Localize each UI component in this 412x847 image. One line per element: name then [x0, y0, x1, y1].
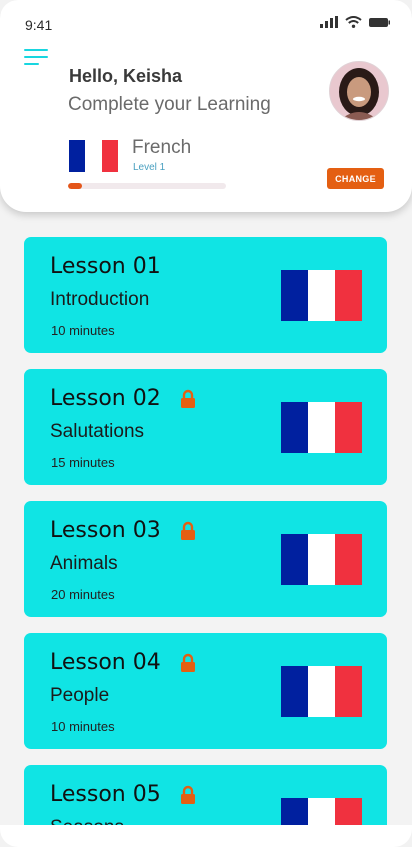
- lock-icon: [181, 653, 195, 672]
- progress-bar: [68, 183, 226, 189]
- greeting: Hello, Keisha: [69, 66, 183, 86]
- french-flag-icon: [281, 666, 362, 717]
- lesson-title: Lesson 02: [50, 386, 161, 411]
- french-flag-icon: [281, 798, 362, 825]
- lesson-title: Lesson 05: [50, 782, 161, 807]
- signal-icon: [320, 16, 338, 28]
- lesson-card-05[interactable]: Lesson 05 Seasons: [24, 765, 387, 825]
- language-name: French: [132, 137, 192, 158]
- lesson-subtitle: Introduction: [50, 289, 150, 310]
- lock-icon: [181, 785, 195, 804]
- lesson-subtitle: Seasons: [50, 817, 124, 825]
- lesson-title: Lesson 01: [50, 254, 161, 279]
- french-flag-icon: [281, 270, 362, 321]
- lesson-card-04[interactable]: Lesson 04 People 10 minutes: [24, 633, 387, 749]
- lesson-duration: 10 minutes: [51, 719, 115, 734]
- lesson-subtitle: Animals: [50, 553, 118, 574]
- menu-icon[interactable]: [24, 48, 48, 66]
- change-language-button[interactable]: CHANGE: [327, 168, 384, 189]
- lesson-duration: 15 minutes: [51, 455, 115, 470]
- wifi-icon: [345, 16, 362, 28]
- lesson-title: Lesson 03: [50, 518, 161, 543]
- battery-icon: [369, 17, 390, 27]
- header-card: 9:41 Hello, Keisha Complete your Learnin…: [0, 0, 412, 212]
- french-flag-icon: [281, 402, 362, 453]
- lesson-subtitle: People: [50, 685, 110, 706]
- header-subtitle: Complete your Learning: [68, 94, 271, 115]
- avatar[interactable]: [329, 61, 389, 121]
- lesson-title: Lesson 04: [50, 650, 161, 675]
- lock-icon: [181, 521, 195, 540]
- status-icons: [320, 16, 390, 28]
- progress-fill: [68, 183, 83, 189]
- french-flag-icon: [281, 534, 362, 585]
- lesson-card-03[interactable]: Lesson 03 Animals 20 minutes: [24, 501, 387, 617]
- french-flag-icon: [69, 140, 118, 172]
- lock-icon: [181, 389, 195, 408]
- language-level: Level 1: [133, 162, 166, 173]
- phone-screen: 9:41 Hello, Keisha Complete your Learnin…: [0, 0, 412, 847]
- lesson-subtitle: Salutations: [50, 421, 145, 442]
- lesson-duration: 20 minutes: [51, 587, 115, 602]
- lesson-card-02[interactable]: Lesson 02 Salutations 15 minutes: [24, 369, 387, 485]
- lesson-card-01[interactable]: Lesson 01 Introduction 10 minutes: [24, 237, 387, 353]
- lesson-list[interactable]: Lesson 01 Introduction 10 minutes Lesson…: [0, 212, 412, 825]
- lesson-duration: 10 minutes: [51, 323, 115, 338]
- bottom-bar: [0, 825, 412, 847]
- status-time: 9:41: [25, 17, 53, 33]
